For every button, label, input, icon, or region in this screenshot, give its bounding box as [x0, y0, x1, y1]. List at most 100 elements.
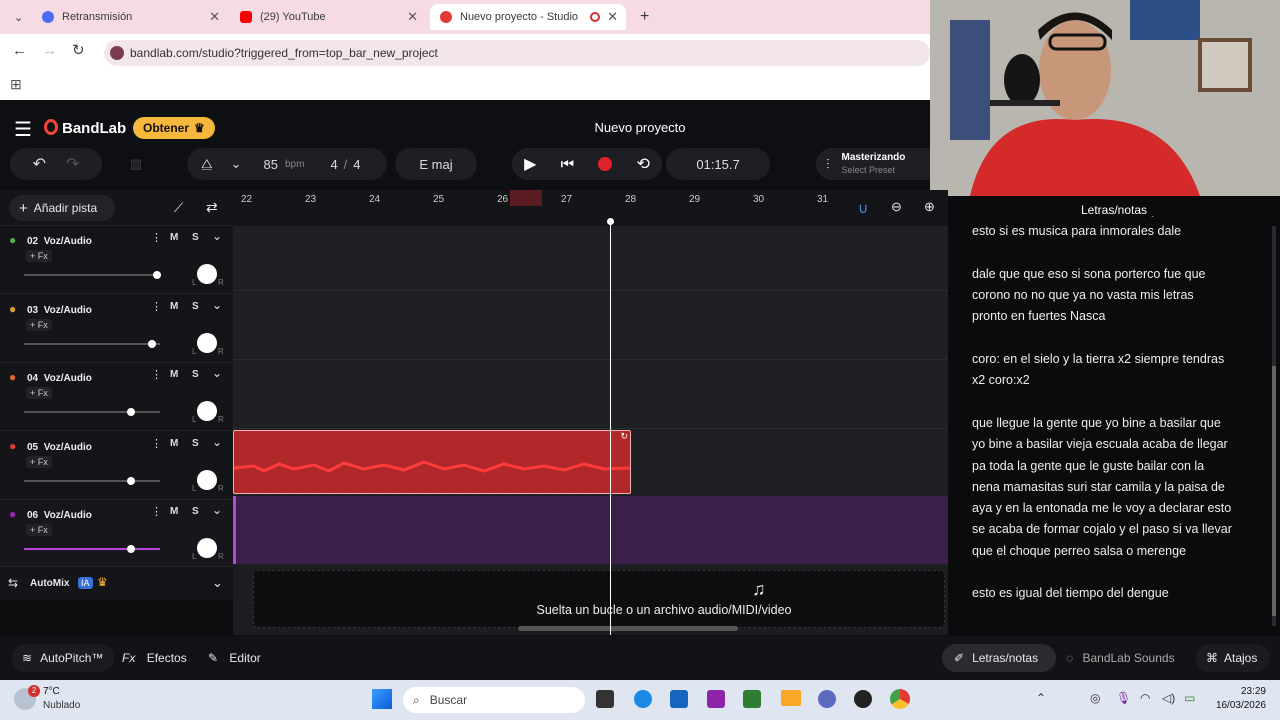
network-icon[interactable]: ◎ [1090, 691, 1100, 705]
url-field[interactable]: bandlab.com/studio?triggered_from=top_ba… [104, 40, 930, 66]
add-fx-button[interactable]: + Fx [26, 250, 52, 262]
horizontal-scrollbar[interactable] [518, 626, 738, 631]
volume-slider[interactable] [24, 408, 160, 416]
more-options-icon[interactable]: ⋮ [151, 505, 162, 518]
effects-button[interactable]: Fx Efectos [122, 651, 187, 665]
chevron-down-icon[interactable]: ⌄ [231, 156, 242, 172]
more-options-icon[interactable]: ⋮ [151, 437, 162, 450]
close-icon[interactable]: ✕ [407, 9, 418, 25]
skip-back-icon[interactable]: ⏮ [561, 156, 575, 173]
add-fx-button[interactable]: + Fx [26, 318, 52, 331]
lyrics-notes-button[interactable]: ✐ Letras/notas [942, 644, 1056, 672]
close-icon[interactable]: ✕ [209, 9, 220, 25]
shuffle-icon[interactable]: ⇄ [206, 199, 218, 216]
timeline[interactable]: 22 23 24 25 26 27 28 29 30 31 ∪ ⊖ ⊕ ↻ ♫ Suelta un… [233, 190, 948, 635]
chevron-down-icon[interactable]: ⌄ [212, 366, 222, 380]
track-header[interactable]: ● 05 Voz/Audio ⋮ M S ⌄ + Fx L R [0, 432, 233, 500]
apps-grid-icon[interactable]: ⊞ [10, 76, 22, 93]
menu-icon[interactable]: ☰ [14, 117, 32, 142]
automix-row[interactable]: ⇆ AutoMix IA ♛ ⌄ [0, 566, 233, 600]
pan-knob[interactable] [197, 469, 217, 490]
lyrics-text[interactable]: cambia son esas tenis de ahora jenialese… [972, 216, 1232, 636]
add-fx-button[interactable]: + Fx [26, 387, 52, 399]
volume-slider[interactable] [24, 545, 160, 553]
volume-icon[interactable]: ◁) [1162, 691, 1175, 705]
chevron-down-icon[interactable]: ⌄ [212, 435, 222, 449]
time-sig-den[interactable]: 4 [353, 157, 360, 172]
solo-button[interactable]: S [192, 506, 199, 517]
mastering-button[interactable]: ⫶ Masterizando Select Preset [816, 148, 930, 180]
more-options-icon[interactable]: ⋮ [151, 300, 162, 313]
loop-icon[interactable]: ⟲ [636, 154, 649, 174]
solo-button[interactable]: S [192, 301, 199, 312]
get-button[interactable]: Obtener ♛ [133, 117, 215, 139]
track-name[interactable]: 06 Voz/Audio [27, 510, 92, 521]
volume-handle[interactable] [127, 545, 135, 553]
clip-loop-icon[interactable]: ↻ [620, 431, 628, 442]
bandlab-sounds-button[interactable]: ◌ BandLab Sounds [1066, 651, 1175, 665]
ruler[interactable]: 22 23 24 25 26 27 28 29 30 31 ∪ ⊖ ⊕ [233, 190, 948, 226]
back-arrow-icon[interactable]: ← [12, 42, 27, 59]
task-view-icon[interactable] [596, 690, 614, 708]
volume-slider[interactable] [24, 271, 161, 279]
tab-list-button[interactable]: ⌄ [4, 4, 34, 30]
undo-icon[interactable]: ↶ [33, 154, 46, 174]
project-title[interactable]: Nuevo proyecto [560, 120, 720, 135]
volume-handle[interactable] [127, 408, 135, 416]
mute-button[interactable]: M [170, 506, 178, 517]
key-selector[interactable]: E maj [395, 148, 477, 180]
shortcuts-button[interactable]: ⌘ Atajos [1196, 644, 1270, 672]
chevron-down-icon[interactable]: ⌄ [212, 298, 222, 312]
track-header[interactable]: ● 02 Voz/Audio ⋮ M S ⌄ + Fx L R [0, 226, 233, 294]
autopitch-button[interactable]: ≋ AutoPitch™ [12, 644, 114, 672]
volume-handle[interactable] [127, 476, 135, 485]
track-name[interactable]: 03 Voz/Audio [27, 305, 92, 316]
solo-button[interactable]: S [192, 369, 199, 380]
more-options-icon[interactable]: ⋮ [151, 368, 162, 381]
loop-region[interactable] [510, 190, 542, 206]
edge-icon[interactable] [634, 690, 652, 708]
reload-icon[interactable]: ↻ [72, 41, 85, 59]
track-header[interactable]: ● 03 Voz/Audio ⋮ M S ⌄ + Fx L R [0, 295, 233, 363]
mute-button[interactable]: M [170, 301, 178, 312]
purple-track-lane[interactable] [233, 496, 948, 564]
clock-date[interactable]: 16/03/2026 [1200, 700, 1266, 711]
mute-button[interactable]: M [170, 232, 178, 243]
add-fx-button[interactable]: + Fx [26, 455, 52, 468]
wifi-icon[interactable]: ◠ [1140, 691, 1150, 705]
lyrics-scrollbar[interactable] [1272, 226, 1276, 626]
metronome-icon[interactable]: ⧋ [201, 156, 213, 172]
edit-tool-icon[interactable]: ⟋ [174, 200, 183, 216]
file-explorer-icon[interactable] [781, 690, 801, 706]
record-icon[interactable] [598, 157, 613, 171]
windows-start-icon[interactable] [372, 689, 392, 709]
close-icon[interactable]: ✕ [607, 9, 618, 25]
taskbar-search[interactable]: ⌕ Buscar [403, 687, 585, 713]
add-track-button[interactable]: + Añadir pista [9, 195, 115, 221]
tab-retransmision[interactable]: Retransmisión ✕ [32, 4, 228, 30]
zoom-in-icon[interactable]: ⊕ [924, 199, 935, 215]
piano-icon[interactable]: ▥ [118, 148, 154, 180]
volume-slider[interactable] [24, 339, 160, 348]
track-name[interactable]: 05 Voz/Audio [27, 442, 92, 453]
tab-youtube[interactable]: (29) YouTube ✕ [230, 4, 426, 30]
play-icon[interactable]: ▶ [524, 154, 536, 174]
mute-button[interactable]: M [170, 369, 178, 380]
photos-icon[interactable] [707, 690, 725, 708]
solo-button[interactable]: S [192, 232, 199, 243]
obs-icon[interactable] [854, 690, 872, 708]
forward-arrow-icon[interactable]: → [42, 42, 57, 59]
chevron-down-icon[interactable]: ⌄ [212, 503, 222, 517]
magnet-icon[interactable]: ∪ [858, 200, 868, 217]
pan-knob[interactable] [197, 264, 217, 284]
volume-handle[interactable] [148, 339, 156, 348]
time-sig-num[interactable]: 4 [330, 157, 337, 172]
add-fx-button[interactable]: + Fx [26, 524, 52, 536]
xbox-icon[interactable] [743, 690, 761, 708]
store-icon[interactable] [670, 690, 688, 708]
discord-icon[interactable] [818, 690, 836, 708]
chrome-icon[interactable] [890, 689, 910, 709]
drop-zone[interactable]: ♫ Suelta un bucle o un archivo audio/MID… [253, 570, 945, 628]
mute-button[interactable]: M [170, 438, 178, 449]
track-name[interactable]: 04 Voz/Audio [27, 373, 92, 384]
